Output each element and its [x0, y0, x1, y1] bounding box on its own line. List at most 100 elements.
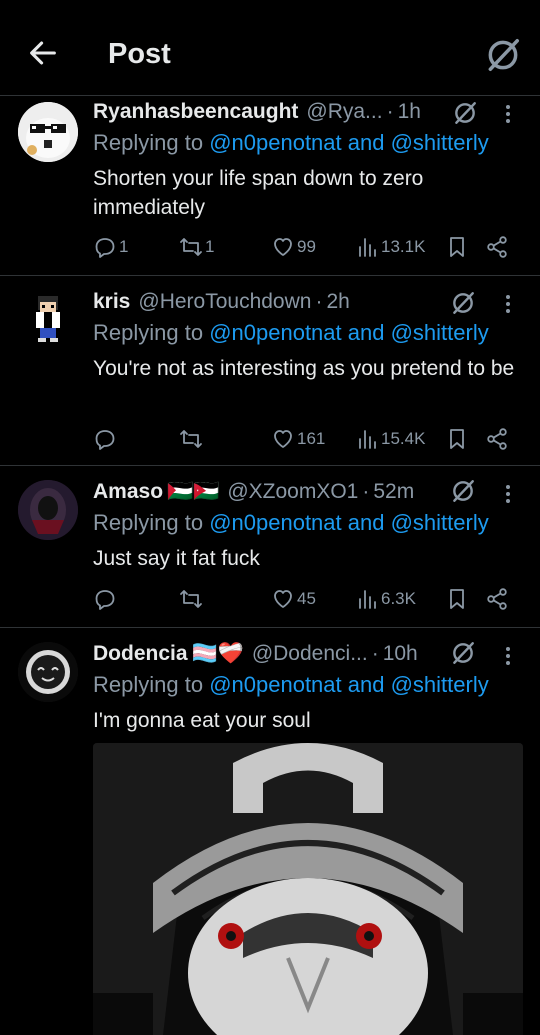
like-button[interactable]: 161 [271, 426, 325, 452]
more-options-icon[interactable] [498, 102, 518, 126]
grok-icon[interactable] [450, 478, 476, 504]
display-name[interactable]: kris [93, 290, 130, 314]
flag-emojis: 🇵🇸🇯🇴 [167, 480, 220, 503]
views-button[interactable]: 15.4K [355, 426, 425, 452]
replying-to-label: Replying to [93, 130, 204, 155]
bookmark-button[interactable] [445, 234, 469, 260]
replying-to-link[interactable]: @n0penotnat and @shitterly [209, 320, 489, 345]
replying-to: Replying to @n0penotnat and @shitterly [93, 320, 489, 346]
reply-tweet[interactable]: kris @HeroTouchdown · 2h Replying to @n0… [0, 276, 540, 466]
replying-to: Replying to @n0penotnat and @shitterly [93, 130, 489, 156]
top-bar: Post [0, 0, 540, 96]
heart-icon [274, 238, 292, 256]
more-options-icon[interactable] [498, 292, 518, 316]
replying-to-label: Replying to [93, 320, 204, 345]
tweet-media-image[interactable] [93, 743, 523, 1035]
user-handle[interactable]: @Dodenci... [252, 642, 368, 666]
bookmark-icon [450, 429, 464, 449]
avatar[interactable] [18, 102, 78, 162]
like-button[interactable]: 45 [271, 586, 316, 612]
repost-count: 1 [205, 237, 215, 256]
user-handle[interactable]: @XZoomXO1 [227, 480, 358, 504]
timestamp[interactable]: 1h [398, 100, 421, 124]
user-handle[interactable]: @Rya... [306, 100, 382, 124]
avatar[interactable] [18, 642, 78, 702]
view-count: 13.1K [381, 237, 426, 256]
bookmark-icon [450, 589, 464, 609]
share-button[interactable] [485, 426, 509, 452]
grok-icon[interactable] [450, 640, 476, 666]
tweet-text: Just say it fat fuck [93, 547, 260, 570]
heart-icon [274, 590, 292, 608]
reply-count: 1 [119, 237, 129, 256]
tweet-text: You're not as interesting as you pretend… [93, 357, 515, 380]
repost-button[interactable]: 1 [179, 234, 214, 260]
reply-tweet[interactable]: Ryanhasbeencaught @Rya... · 1h Replying … [0, 96, 540, 276]
views-icon [359, 238, 376, 257]
grok-icon[interactable] [452, 100, 478, 126]
timestamp[interactable]: 52m [373, 480, 414, 504]
replying-to-label: Replying to [93, 510, 204, 535]
tweet-text: Shorten your life span down to zero imme… [93, 167, 424, 219]
reply-icon [95, 590, 115, 610]
display-name[interactable]: Amaso [93, 480, 163, 504]
avatar[interactable] [18, 480, 78, 540]
display-name[interactable]: Ryanhasbeencaught [93, 100, 298, 124]
action-bar: 161 15.4K [93, 426, 523, 452]
replying-to-label: Replying to [93, 672, 204, 697]
bookmark-button[interactable] [445, 426, 469, 452]
repost-button[interactable] [179, 586, 205, 612]
views-button[interactable]: 6.3K [355, 586, 416, 612]
flag-emojis: 🏳️‍⚧️❤️‍🩹 [191, 642, 244, 665]
tweet-header: Ryanhasbeencaught @Rya... · 1h [93, 98, 421, 126]
timestamp[interactable]: 10h [383, 642, 418, 666]
share-icon [487, 428, 507, 450]
pixel-character-avatar-icon [18, 288, 78, 348]
replying-to-link[interactable]: @n0penotnat and @shitterly [209, 672, 489, 697]
hooded-figure-avatar-icon [18, 480, 78, 540]
like-count: 99 [297, 237, 316, 256]
replying-to: Replying to @n0penotnat and @shitterly [93, 672, 489, 698]
separator-dot: · [315, 290, 323, 313]
reply-tweet[interactable]: Amaso 🇵🇸🇯🇴 @XZoomXO1 · 52m Replying to @… [0, 466, 540, 628]
repost-icon [180, 590, 202, 608]
grok-icon[interactable] [450, 290, 476, 316]
share-icon [487, 588, 507, 610]
avatar[interactable] [18, 288, 78, 348]
replying-to-link[interactable]: @n0penotnat and @shitterly [209, 130, 489, 155]
more-options-icon[interactable] [498, 482, 518, 506]
view-count: 15.4K [381, 429, 426, 448]
heart-icon [274, 430, 292, 448]
share-button[interactable] [485, 234, 509, 260]
separator-dot: · [386, 100, 394, 123]
repost-icon [180, 430, 202, 448]
page-title: Post [108, 38, 171, 70]
repost-button[interactable] [179, 426, 205, 452]
action-bar: 45 6.3K [93, 586, 523, 612]
replying-to-link[interactable]: @n0penotnat and @shitterly [209, 510, 489, 535]
reply-button[interactable] [93, 426, 119, 452]
like-button[interactable]: 99 [271, 234, 316, 260]
share-icon [487, 236, 507, 258]
cat-avatar-icon [18, 102, 78, 162]
repost-icon [180, 238, 202, 256]
like-count: 161 [297, 429, 326, 448]
user-handle[interactable]: @HeroTouchdown [138, 290, 311, 314]
more-options-icon[interactable] [498, 644, 518, 668]
share-button[interactable] [485, 586, 509, 612]
reply-button[interactable] [93, 586, 119, 612]
views-icon [359, 590, 376, 609]
display-name[interactable]: Dodencia [93, 642, 188, 666]
timestamp[interactable]: 2h [326, 290, 349, 314]
reply-icon [95, 238, 115, 258]
bookmark-button[interactable] [445, 586, 469, 612]
grok-icon[interactable] [484, 36, 522, 74]
separator-dot: · [362, 480, 370, 503]
reply-button[interactable]: 1 [93, 234, 128, 260]
like-count: 45 [297, 589, 316, 608]
tweet-header: Amaso 🇵🇸🇯🇴 @XZoomXO1 · 52m [93, 478, 414, 506]
view-count: 6.3K [381, 589, 416, 608]
views-button[interactable]: 13.1K [355, 234, 425, 260]
arrow-left-icon[interactable] [26, 36, 60, 70]
tweet-header: Dodencia 🏳️‍⚧️❤️‍🩹 @Dodenci... · 10h [93, 640, 418, 668]
